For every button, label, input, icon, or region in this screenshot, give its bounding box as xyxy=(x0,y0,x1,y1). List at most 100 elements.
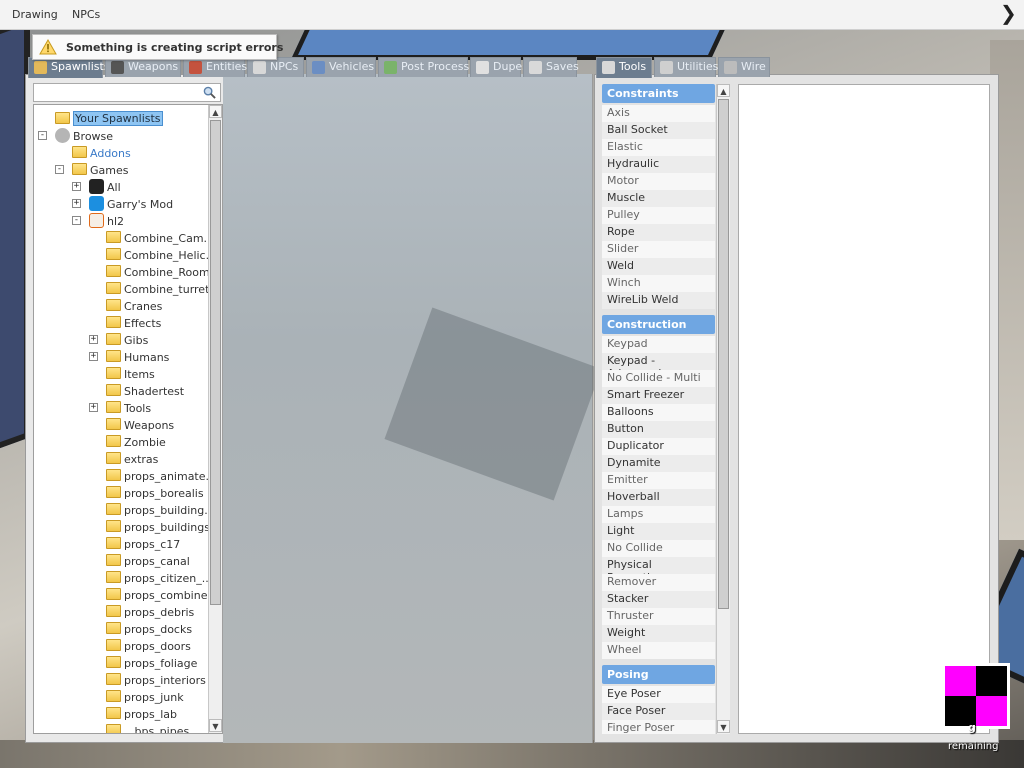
tab-weapons[interactable]: Weapons xyxy=(105,57,181,77)
tool-item[interactable]: No Collide xyxy=(602,540,715,557)
tool-item[interactable]: Thruster xyxy=(602,608,715,625)
tool-item[interactable]: Remover xyxy=(602,574,715,591)
expand-icon[interactable]: + xyxy=(89,403,98,412)
tree-node[interactable]: + All xyxy=(34,179,209,196)
tool-item[interactable]: Lamps xyxy=(602,506,715,523)
tool-item[interactable]: Face Poser xyxy=(602,703,715,720)
tree-node[interactable]: Shadertest xyxy=(34,383,209,400)
expand-icon[interactable]: + xyxy=(89,352,98,361)
tool-item[interactable]: No Collide - Multi xyxy=(602,370,715,387)
tree-node[interactable]: + Tools xyxy=(34,400,209,417)
menu-npcs[interactable]: NPCs xyxy=(72,8,100,21)
tree-node[interactable]: props_animate... xyxy=(34,468,216,485)
tree-node[interactable]: props_doors xyxy=(34,638,209,655)
tool-item[interactable]: Ball Socket xyxy=(602,122,715,139)
tree-node[interactable]: props_building... xyxy=(34,502,215,519)
collapse-icon[interactable]: - xyxy=(72,216,81,225)
tree-scrollbar[interactable]: ▲ ▼ xyxy=(208,105,222,733)
tree-node[interactable]: props_canal xyxy=(34,553,209,570)
tree-node[interactable]: props_junk xyxy=(34,689,209,706)
search-icon[interactable] xyxy=(203,86,216,99)
tree-node[interactable]: + Gibs xyxy=(34,332,209,349)
tab-spawnlists[interactable]: Spawnlists xyxy=(28,57,110,78)
tool-category-header[interactable]: Constraints xyxy=(602,84,715,103)
tree-node[interactable]: - Games xyxy=(34,162,209,179)
tree-node[interactable]: props_borealis xyxy=(34,485,209,502)
tool-item[interactable]: Elastic xyxy=(602,139,715,156)
expand-icon[interactable]: + xyxy=(72,199,81,208)
scroll-up-icon[interactable]: ▲ xyxy=(717,84,730,97)
tab-dupes[interactable]: Dupes xyxy=(470,57,528,77)
tool-item[interactable]: Motor xyxy=(602,173,715,190)
tree-node[interactable]: Addons xyxy=(34,145,209,162)
tree-node[interactable]: Zombie xyxy=(34,434,209,451)
tree-node[interactable]: props_buildings xyxy=(34,519,210,536)
tool-item[interactable]: Wheel xyxy=(602,642,715,659)
tree-node[interactable]: + Humans xyxy=(34,349,209,366)
scroll-thumb[interactable] xyxy=(210,120,221,605)
tool-list-scrollbar[interactable]: ▲ ▼ xyxy=(716,84,730,734)
tree-node[interactable]: - hl2 xyxy=(34,213,209,230)
collapse-icon[interactable]: - xyxy=(55,165,64,174)
tool-item[interactable]: Slider xyxy=(602,241,715,258)
tab-post-process[interactable]: Post Process xyxy=(378,57,469,77)
tree-node[interactable]: Your Spawnlists xyxy=(34,111,209,128)
tree-node[interactable]: Combine_Room xyxy=(34,264,210,281)
tool-item[interactable]: Pulley xyxy=(602,207,715,224)
tree-node[interactable]: Combine_Helic... xyxy=(34,247,216,264)
tool-item[interactable]: Button xyxy=(602,421,715,438)
tab-tools[interactable]: Tools xyxy=(596,57,652,78)
tab-vehicles[interactable]: Vehicles xyxy=(306,57,376,77)
tool-item[interactable]: Stacker xyxy=(602,591,715,608)
tree-node[interactable]: + Garry's Mod xyxy=(34,196,209,213)
collapse-icon[interactable]: - xyxy=(38,131,47,140)
tool-item[interactable]: Physical Properties xyxy=(602,557,715,584)
menu-drawing[interactable]: Drawing xyxy=(12,8,58,21)
tool-item[interactable]: Winch xyxy=(602,275,715,292)
tool-item[interactable]: Keypad - Advanced xyxy=(602,353,715,380)
tree-node[interactable]: Weapons xyxy=(34,417,209,434)
search-input[interactable] xyxy=(33,83,221,102)
tree-node[interactable]: props_citizen_... xyxy=(34,570,212,587)
tab-saves[interactable]: Saves xyxy=(523,57,579,77)
scroll-thumb[interactable] xyxy=(718,99,729,609)
tree-node[interactable]: Combine_turrets xyxy=(34,281,215,298)
tool-category-header[interactable]: Construction xyxy=(602,315,715,334)
scroll-up-icon[interactable]: ▲ xyxy=(209,105,222,118)
tree-node[interactable]: props_docks xyxy=(34,621,209,638)
tool-item[interactable]: Balloons xyxy=(602,404,715,421)
tool-item[interactable]: Axis xyxy=(602,105,715,122)
tab-npcs[interactable]: NPCs xyxy=(247,57,304,77)
tool-item[interactable]: Dynamite xyxy=(602,455,715,472)
tree-node[interactable]: - Browse xyxy=(34,128,209,145)
tool-item[interactable]: Duplicator xyxy=(602,438,715,455)
tree-node[interactable]: Combine_Cam... xyxy=(34,230,214,247)
scroll-down-icon[interactable]: ▼ xyxy=(717,720,730,733)
tree-node[interactable]: props_c17 xyxy=(34,536,209,553)
expand-icon[interactable]: + xyxy=(89,335,98,344)
tool-item[interactable]: WireLib Weld xyxy=(602,292,715,309)
tree-node[interactable]: extras xyxy=(34,451,209,468)
tool-item[interactable]: Keypad xyxy=(602,336,715,353)
tool-item[interactable]: Finger Poser xyxy=(602,720,715,734)
tab-utilities[interactable]: Utilities xyxy=(654,57,718,77)
tree-node[interactable]: props_debris xyxy=(34,604,209,621)
tree-node[interactable]: Cranes xyxy=(34,298,209,315)
tree-node[interactable]: props_lab xyxy=(34,706,209,723)
tree-node[interactable]: props_interiors xyxy=(34,672,209,689)
chevron-right-icon[interactable]: ❯ xyxy=(1000,2,1018,26)
expand-icon[interactable]: + xyxy=(72,182,81,191)
scroll-down-icon[interactable]: ▼ xyxy=(209,719,222,732)
tool-item[interactable]: Emitter xyxy=(602,472,715,489)
tool-item[interactable]: Muscle xyxy=(602,190,715,207)
tool-item[interactable]: Rope xyxy=(602,224,715,241)
tree-node[interactable]: Effects xyxy=(34,315,209,332)
tree-node[interactable]: Items xyxy=(34,366,209,383)
tree-node[interactable]: props_combine xyxy=(34,587,209,604)
tool-item[interactable]: Light xyxy=(602,523,715,540)
tab-entities[interactable]: Entities xyxy=(183,57,247,77)
tool-item[interactable]: Hoverball xyxy=(602,489,715,506)
tool-item[interactable]: Smart Freezer xyxy=(602,387,715,404)
tree-node[interactable]: props_foliage xyxy=(34,655,209,672)
tool-item[interactable]: Weight xyxy=(602,625,715,642)
